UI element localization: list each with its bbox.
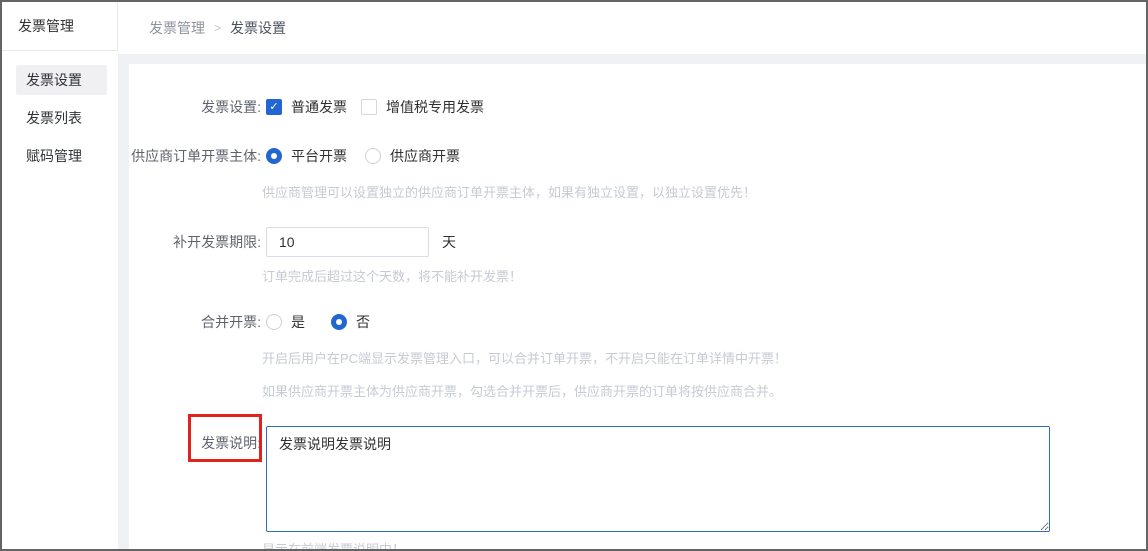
sidebar-menu: 发票设置 发票列表 赋码管理 — [2, 51, 118, 179]
radio-checked-icon[interactable] — [331, 314, 347, 330]
checkbox-general-invoice-label: 普通发票 — [291, 97, 347, 117]
checkbox-vat-invoice-label: 增值税专用发票 — [386, 97, 484, 117]
reissue-period-row: 补开发票期限: 天 — [129, 227, 1146, 257]
radio-supplier-invoicing-label: 供应商开票 — [390, 146, 460, 166]
supplier-subject-row: 供应商订单开票主体: 平台开票 供应商开票 — [129, 146, 1146, 166]
invoice-types-label: 发票设置: — [129, 97, 261, 117]
sidebar-item-code-management[interactable]: 赋码管理 — [16, 141, 107, 171]
radio-supplier-invoicing[interactable]: 供应商开票 — [365, 146, 460, 166]
radio-platform-invoicing-label: 平台开票 — [291, 146, 347, 166]
radio-unchecked-icon[interactable] — [365, 148, 381, 164]
breadcrumb: 发票管理 > 发票设置 — [118, 2, 1146, 54]
radio-platform-invoicing[interactable]: 平台开票 — [266, 146, 347, 166]
reissue-period-hint: 订单完成后超过这个天数，将不能补开发票！ — [129, 266, 1146, 285]
merge-invoicing-hint-2: 如果供应商开票主体为供应商开票，勾选合并开票后，供应商开票的订单将按供应商合并。 — [129, 381, 1146, 400]
main-area: 发票管理 > 发票设置 发票设置: 普通发票 增值税专用发票 — [118, 2, 1146, 549]
invoice-note-label: 发票说明: — [129, 426, 261, 453]
checkbox-unchecked-icon[interactable] — [361, 99, 377, 115]
radio-merge-no[interactable]: 否 — [331, 312, 370, 332]
sidebar: 发票管理 发票设置 发票列表 赋码管理 — [2, 2, 118, 549]
settings-card: 发票设置: 普通发票 增值税专用发票 供应商订单开票主体: — [129, 64, 1146, 549]
reissue-period-unit: 天 — [442, 232, 456, 252]
checkbox-checked-icon[interactable] — [266, 99, 282, 115]
radio-merge-yes-label: 是 — [291, 312, 305, 332]
radio-merge-no-label: 否 — [356, 312, 370, 332]
breadcrumb-separator-icon: > — [214, 21, 221, 35]
invoice-note-textarea[interactable]: 发票说明发票说明 — [266, 426, 1050, 532]
content-area: 发票设置: 普通发票 增值税专用发票 供应商订单开票主体: — [118, 54, 1146, 549]
invoice-note-hint: 显示在前端发票说明中！ — [129, 539, 1146, 549]
sidebar-item-invoice-settings[interactable]: 发票设置 — [16, 65, 107, 95]
app-window: 发票管理 发票设置 发票列表 赋码管理 发票管理 > 发票设置 发票设置: — [0, 0, 1148, 551]
supplier-subject-hint: 供应商管理可以设置独立的供应商订单开票主体，如果有独立设置，以独立设置优先！ — [129, 182, 1146, 201]
supplier-subject-label: 供应商订单开票主体: — [129, 146, 261, 166]
merge-invoicing-hint-1: 开启后用户在PC端显示发票管理入口，可以合并订单开票，不开启只能在订单详情中开票… — [129, 348, 1146, 367]
reissue-period-label: 补开发票期限: — [129, 232, 261, 252]
breadcrumb-current: 发票设置 — [230, 18, 286, 38]
merge-invoicing-label: 合并开票: — [129, 312, 261, 332]
radio-checked-icon[interactable] — [266, 148, 282, 164]
radio-unchecked-icon[interactable] — [266, 314, 282, 330]
merge-invoicing-row: 合并开票: 是 否 — [129, 312, 1146, 332]
invoice-note-row: 发票说明: 发票说明发票说明 — [129, 426, 1146, 532]
sidebar-item-invoice-list[interactable]: 发票列表 — [16, 103, 107, 133]
checkbox-general-invoice[interactable]: 普通发票 — [266, 97, 347, 117]
radio-merge-yes[interactable]: 是 — [266, 312, 305, 332]
sidebar-title: 发票管理 — [2, 2, 118, 51]
invoice-types-row: 发票设置: 普通发票 增值税专用发票 — [129, 97, 1146, 117]
checkbox-vat-invoice[interactable]: 增值税专用发票 — [361, 97, 484, 117]
reissue-period-input[interactable] — [266, 227, 429, 257]
breadcrumb-parent[interactable]: 发票管理 — [149, 18, 205, 38]
